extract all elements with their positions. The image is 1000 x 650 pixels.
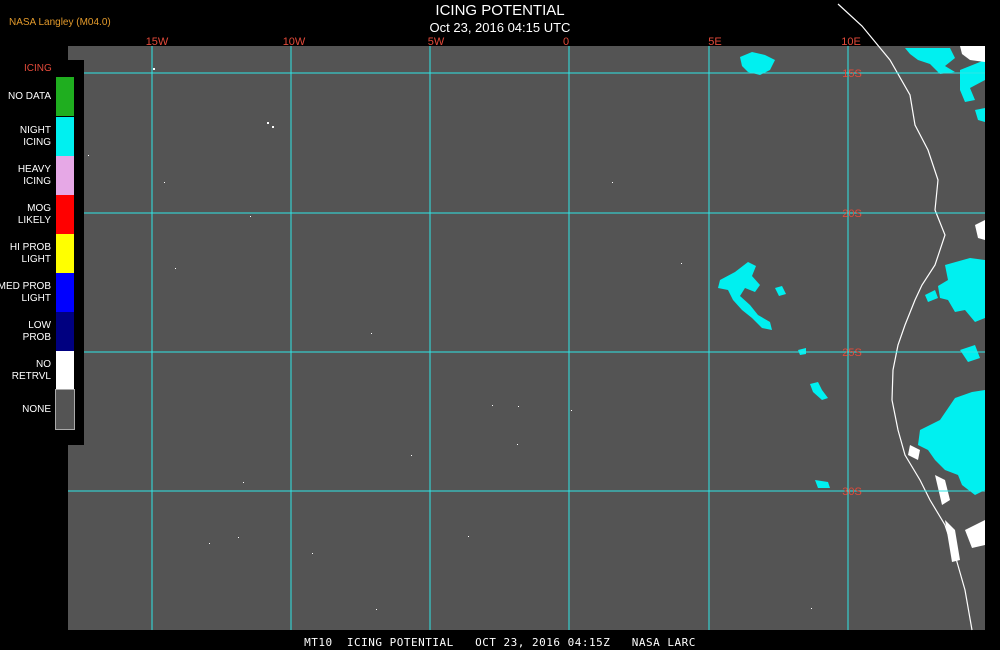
- legend-label: MED PROB LIGHT: [0, 280, 51, 304]
- legend-item-med-prob-light: MED PROB LIGHT: [0, 273, 75, 312]
- legend-label: HI PROB LIGHT: [9, 241, 51, 265]
- icing-legend: ICING NO DATA NIGHT ICING HEAVY ICING MO…: [0, 60, 84, 445]
- legend-swatch: [56, 312, 74, 351]
- lon-label-10w: 10W: [283, 36, 306, 48]
- legend-item-heavy-icing: HEAVY ICING: [0, 156, 75, 195]
- legend-swatch: [56, 195, 74, 234]
- lat-label-15s: 15S: [842, 68, 862, 80]
- legend-swatch: [56, 234, 74, 273]
- legend-label: NO DATA: [8, 90, 51, 102]
- legend-swatch: [55, 389, 75, 430]
- legend-swatch: [56, 117, 74, 156]
- legend-swatch: [56, 77, 74, 116]
- legend-label: NIGHT ICING: [19, 124, 51, 148]
- lat-label-30s: 30S: [842, 486, 862, 498]
- map-background: [68, 46, 985, 630]
- lon-label-15w: 15W: [146, 36, 169, 48]
- legend-swatch: [56, 273, 74, 312]
- lon-label-5w: 5W: [428, 36, 445, 48]
- legend-label: NONE: [22, 403, 51, 415]
- legend-item-low-prob: LOW PROB: [0, 312, 75, 351]
- legend-item-hi-prob-light: HI PROB LIGHT: [0, 234, 75, 273]
- footer-caption: MT10 ICING POTENTIAL OCT 23, 2016 04:15Z…: [304, 636, 696, 649]
- legend-swatch: [56, 156, 74, 195]
- legend-label: MOG LIKELY: [17, 202, 51, 226]
- legend-item-no-retrieval: NO RETRVL: [0, 351, 75, 390]
- legend-item-none: NONE: [0, 389, 75, 430]
- legend-item-mog-likely: MOG LIKELY: [0, 195, 75, 234]
- lon-label-10e: 10E: [841, 36, 861, 48]
- lat-label-25s: 25S: [842, 347, 862, 359]
- legend-item-night-icing: NIGHT ICING: [0, 117, 75, 156]
- legend-label: LOW PROB: [22, 319, 51, 343]
- legend-item-no-data: NO DATA: [0, 77, 75, 116]
- legend-title: ICING: [24, 63, 52, 74]
- legend-label: NO RETRVL: [11, 358, 51, 382]
- legend-swatch: [56, 351, 74, 390]
- lon-label-5e: 5E: [708, 36, 721, 48]
- lon-label-0: 0: [563, 36, 569, 48]
- lat-label-20s: 20S: [842, 208, 862, 220]
- icing-map: 15W 10W 5W 0 5E 10E 15S 20S 25S 30S: [68, 3, 985, 631]
- legend-label: HEAVY ICING: [17, 163, 51, 187]
